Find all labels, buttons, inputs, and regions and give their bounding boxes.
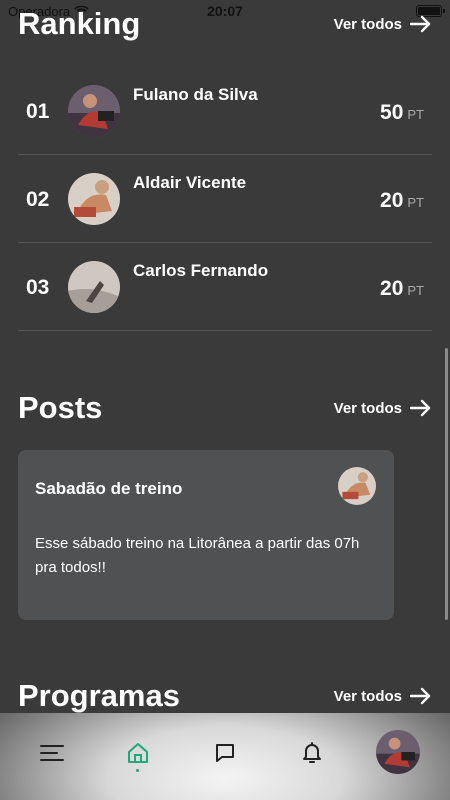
ranking-header: Ranking Ver todos (18, 6, 432, 42)
post-card[interactable]: Sabadão de treino Esse sábado treino na … (18, 450, 394, 620)
posts-header: Posts Ver todos (18, 390, 432, 426)
see-all-label: Ver todos (333, 15, 402, 33)
tab-menu[interactable] (30, 729, 74, 777)
avatar (68, 173, 120, 225)
points-unit: PT (407, 107, 424, 122)
athlete-name: Fulano da Silva (133, 85, 258, 104)
arrow-right-icon (410, 15, 431, 33)
rank-position: 03 (26, 276, 50, 299)
athlete-name: Aldair Vicente (133, 173, 247, 192)
bell-icon (303, 742, 321, 763)
points: 20 PT (380, 189, 424, 213)
programs-title: Programas (18, 678, 180, 713)
points-value: 20 (380, 277, 404, 300)
post-title: Sabadão de treino (35, 479, 183, 498)
ranking-title: Ranking (18, 6, 141, 41)
avatar (68, 261, 120, 313)
tab-bar (0, 713, 450, 800)
tab-messages[interactable] (203, 729, 247, 777)
ranking-row[interactable]: 02 Aldair Vicente 20 PT (18, 155, 432, 243)
see-all-label: Ver todos (333, 399, 402, 417)
points-unit: PT (407, 283, 424, 298)
arrow-right-icon (410, 399, 431, 417)
rank-position: 01 (26, 100, 50, 123)
avatar (68, 85, 120, 137)
arrow-right-icon (410, 687, 431, 705)
points-unit: PT (407, 195, 424, 210)
see-all-label: Ver todos (333, 687, 402, 705)
rank-position: 02 (26, 188, 50, 211)
ranking-row[interactable]: 01 Fulano da Silva 50 PT (18, 67, 432, 155)
ranking-see-all-button[interactable]: Ver todos (334, 15, 432, 33)
active-tab-indicator (136, 769, 139, 772)
athlete-name: Carlos Fernando (133, 261, 269, 280)
programs-see-all-button[interactable]: Ver todos (334, 687, 432, 705)
avatar (376, 730, 420, 774)
chat-icon (216, 744, 234, 762)
points: 20 PT (380, 277, 424, 301)
avatar (338, 467, 376, 505)
scrollbar[interactable] (445, 348, 448, 620)
posts-see-all-button[interactable]: Ver todos (334, 399, 432, 417)
points: 50 PT (380, 101, 424, 125)
points-value: 50 (380, 101, 404, 124)
tab-profile[interactable] (376, 730, 420, 774)
home-icon (128, 743, 148, 763)
programs-header: Programas Ver todos (18, 678, 432, 714)
post-body: Esse sábado treino na Litorânea a partir… (35, 535, 360, 576)
tab-notifications[interactable] (290, 729, 334, 777)
posts-title: Posts (18, 390, 103, 425)
menu-icon (40, 745, 64, 761)
points-value: 20 (380, 189, 404, 212)
ranking-row[interactable]: 03 Carlos Fernando 20 PT (18, 243, 432, 331)
